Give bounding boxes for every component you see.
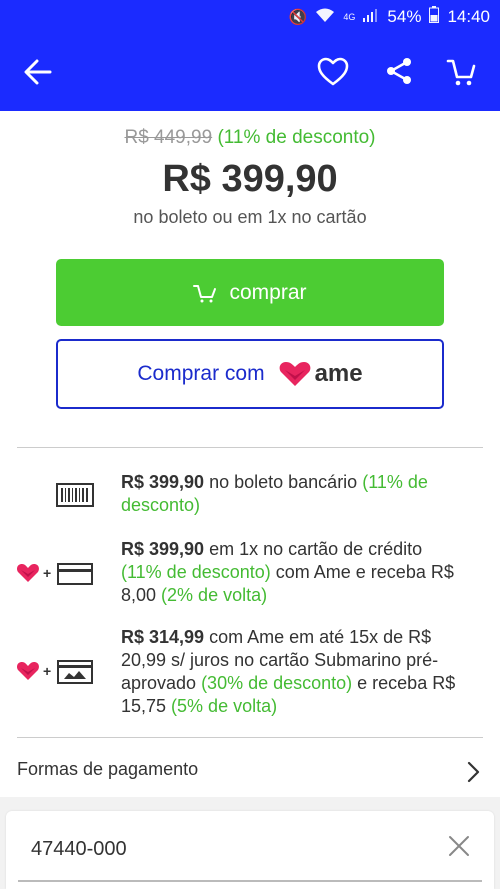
status-bar: 🔇 4G 54% 14:40: [0, 0, 500, 33]
payment-methods-row[interactable]: Formas de pagamento: [0, 745, 500, 795]
ame-logo-text: ame: [314, 360, 363, 387]
option-amount: R$ 399,90: [121, 539, 205, 559]
chevron-right-icon: [467, 761, 480, 783]
option-text: em 1x no cartão de crédito: [204, 539, 423, 559]
option-amount: R$ 399,90: [121, 472, 205, 492]
app-bar: [0, 33, 500, 111]
payment-option-text: R$ 399,90 no boleto bancário (11% de des…: [121, 471, 461, 517]
old-price: R$ 449,99: [124, 127, 213, 148]
heart-icon[interactable]: [317, 57, 349, 87]
signal-4g-label: 4G: [343, 11, 356, 22]
wifi-icon: [315, 7, 335, 27]
ame-plus-submarino-card-icon: +: [16, 658, 94, 691]
cart-icon[interactable]: [446, 57, 476, 87]
barcode-icon: [56, 483, 94, 507]
buy-button-label: comprar: [229, 280, 307, 304]
back-arrow-icon[interactable]: [24, 59, 52, 85]
payment-option-text: R$ 399,90 em 1x no cartão de crédito (11…: [121, 538, 461, 607]
option-discount: (30% de desconto): [201, 673, 353, 693]
mute-icon: 🔇: [288, 8, 308, 26]
svg-text:+: +: [43, 663, 51, 679]
battery-percent: 54%: [387, 6, 422, 26]
payment-option-text: R$ 314,99 com Ame em até 15x de R$ 20,99…: [121, 626, 461, 718]
buy-button[interactable]: comprar: [56, 259, 444, 326]
clear-icon[interactable]: [447, 834, 471, 858]
option-cashback: (5% de volta): [171, 696, 278, 716]
divider: [17, 737, 483, 738]
payment-methods-label: Formas de pagamento: [17, 759, 199, 779]
old-price-row: R$ 449,99 (11% de desconto): [0, 127, 500, 149]
cep-input-underline: [18, 880, 482, 882]
buy-with-ame-label: Comprar com: [137, 362, 265, 385]
battery-icon: [429, 6, 440, 27]
cep-input[interactable]: 47440-000: [31, 838, 127, 861]
svg-text:+: +: [43, 565, 51, 581]
buy-with-ame-button[interactable]: Comprar com ame: [56, 339, 444, 409]
ame-plus-card-icon: +: [16, 560, 94, 591]
signal-bars-icon: [363, 8, 379, 26]
discount-label: (11% de desconto): [217, 127, 376, 148]
ame-heart-icon: [279, 362, 310, 386]
option-discount: (11% de desconto): [121, 562, 271, 582]
divider: [17, 447, 483, 448]
current-price: R$ 399,90: [162, 158, 338, 200]
price-note: no boleto ou em 1x no cartão: [133, 207, 367, 227]
ame-logo: ame: [279, 360, 363, 388]
cart-icon: [193, 284, 217, 302]
option-amount: R$ 314,99: [121, 627, 205, 647]
option-text: no boleto bancário: [204, 472, 363, 492]
option-cashback: (2% de volta): [161, 585, 268, 605]
clock: 14:40: [447, 6, 490, 26]
share-icon[interactable]: [386, 57, 412, 85]
